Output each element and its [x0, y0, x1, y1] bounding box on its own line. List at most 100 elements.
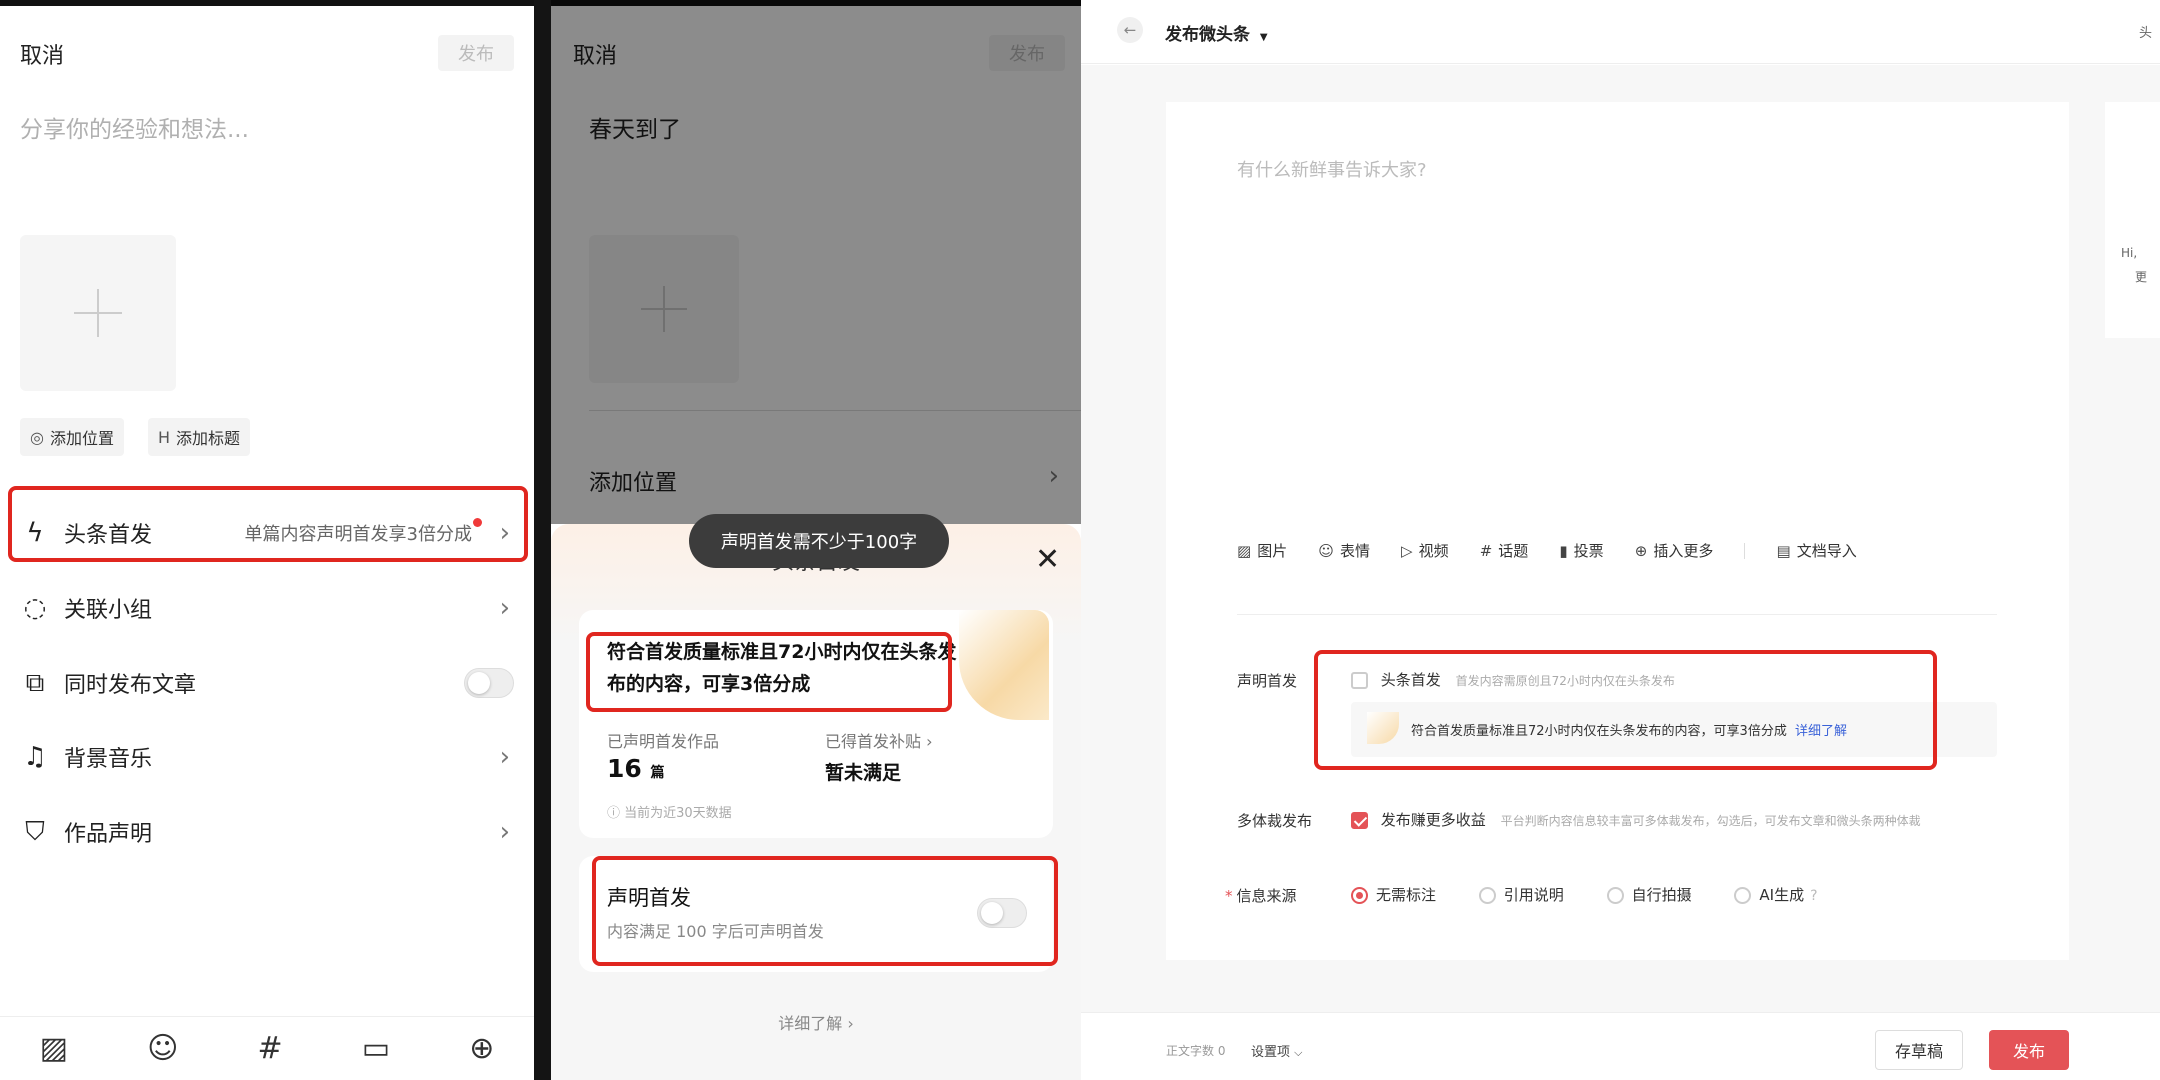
source-option-quote[interactable]: 引用说明: [1478, 886, 1564, 904]
row-work-statement[interactable]: ⛉ 作品声明 ›: [20, 802, 514, 862]
hashtag-icon[interactable]: #: [257, 1031, 282, 1066]
toolbar-label: 图片: [1257, 542, 1288, 560]
toolbar-video[interactable]: ▷ 视频: [1401, 540, 1449, 561]
music-icon: ♫: [23, 742, 47, 772]
row-desc: 单篇内容声明首发享3倍分成: [244, 524, 472, 545]
publish-button[interactable]: 发布: [438, 35, 514, 71]
data-note: ⓘ 当前为近30天数据: [607, 802, 732, 821]
multi-publish-option[interactable]: 发布赚更多收益 平台判断内容信息较丰富可多体裁发布，勾选后，可发布文章和微头条两…: [1351, 809, 1921, 830]
row-related-group[interactable]: ◌ 关联小组 ›: [20, 578, 514, 638]
first-publish-sheet: 头条首发 ✕ 符合首发质量标准且72小时内仅在头条发布的内容，可享3倍分成 已声…: [551, 524, 1081, 1080]
image-icon[interactable]: ▨: [40, 1031, 68, 1066]
side-card-text: Hi,: [2121, 246, 2138, 260]
radio-button[interactable]: [1478, 887, 1496, 904]
add-location-chip[interactable]: ◎ 添加位置: [20, 418, 124, 456]
radio-button[interactable]: [1351, 887, 1368, 904]
toolbar-label: 文档导入: [1796, 542, 1857, 560]
row-label: 同时发布文章: [64, 673, 197, 698]
radio-button[interactable]: [1606, 887, 1624, 904]
highlight-box: [592, 856, 1058, 966]
source-label-text: 信息来源: [1236, 887, 1297, 905]
row-publish-article[interactable]: ⧉ 同时发布文章: [20, 653, 514, 713]
clock-icon: ⓘ: [607, 806, 625, 821]
mobile-editor-panel: 取消 发布 分享你的经验和想法... ◎ 添加位置 H 添加标题 ϟ 头条首发 …: [0, 0, 534, 1080]
web-editor-panel: ← 发布微头条 ▼ 头 Hi, 更 有什么新鲜事告诉大家? ▨ 图片 ☺ 表情 ▷ 视…: [1081, 0, 2160, 1080]
toolbar-doc-import[interactable]: ▤ 文档导入: [1777, 540, 1857, 561]
hashtag-icon: #: [1479, 541, 1493, 560]
multi-label: 多体裁发布: [1237, 812, 1313, 830]
source-option-self[interactable]: 自行拍摄: [1606, 886, 1692, 904]
chevron-right-icon: ›: [499, 518, 510, 548]
add-image-button[interactable]: [20, 235, 176, 391]
toolbar-label: 插入更多: [1653, 542, 1714, 560]
chip-label: 添加标题: [176, 429, 241, 448]
option-label: 引用说明: [1503, 886, 1564, 904]
help-icon[interactable]: ?: [1810, 888, 1817, 904]
multi-publish-checkbox[interactable]: [1351, 812, 1368, 829]
toolbar-vote[interactable]: ▮ 投票: [1559, 540, 1603, 561]
stat-value: 16 篇: [607, 754, 665, 783]
copy-icon: ⧉: [25, 667, 45, 698]
editor-placeholder[interactable]: 有什么新鲜事告诉大家?: [1237, 156, 1427, 182]
settings-dropdown[interactable]: 设置项 ⌵: [1251, 1041, 1303, 1060]
page-title: 发布微头条: [1165, 25, 1250, 45]
editor-card: 有什么新鲜事告诉大家? ▨ 图片 ☺ 表情 ▷ 视频 # 话题 ▮ 投票 ⊕ 插入更多 ▤ 文…: [1166, 102, 2069, 960]
document-icon: ▤: [1776, 541, 1791, 560]
highlight-box: [586, 632, 952, 712]
caret-down-icon: ▼: [1259, 32, 1268, 43]
toolbar-emoji[interactable]: ☺ 表情: [1318, 540, 1370, 561]
toolbar-label: 视频: [1418, 542, 1449, 560]
side-card: Hi, 更: [2105, 102, 2160, 338]
close-icon[interactable]: ✕: [1035, 542, 1060, 577]
chevron-right-icon: ›: [499, 593, 510, 623]
page-title-dropdown[interactable]: 发布微头条 ▼: [1165, 20, 1268, 45]
chevron-down-icon: ⌵: [1294, 1046, 1303, 1059]
plus-circle-icon[interactable]: ⊕: [469, 1031, 494, 1066]
cancel-button[interactable]: 取消: [20, 38, 64, 70]
publish-article-toggle[interactable]: [464, 668, 514, 698]
top-right-text: 头: [2139, 26, 2153, 41]
source-option-ai[interactable]: AI生成?: [1734, 886, 1818, 904]
toolbar-image[interactable]: ▨ 图片: [1237, 540, 1287, 561]
heading-icon: H: [158, 427, 171, 447]
emoji-icon[interactable]: ☺: [147, 1031, 178, 1066]
stat-label-link[interactable]: 已得首发补贴 ›: [825, 728, 933, 752]
row-background-music[interactable]: ♫ 背景音乐 ›: [20, 727, 514, 787]
shield-alert-icon: ⛉: [25, 816, 45, 847]
toolbar-label: 表情: [1339, 542, 1370, 560]
plus-icon-vert: [97, 289, 99, 337]
stat-value: 暂未满足: [825, 762, 902, 784]
dim-overlay[interactable]: [551, 0, 1081, 524]
add-title-chip[interactable]: H 添加标题: [148, 418, 251, 456]
lightning-icon: ϟ: [26, 518, 44, 548]
toast: 声明首发需不少于100字: [689, 514, 949, 568]
publish-button[interactable]: 发布: [1989, 1030, 2069, 1070]
option-label: 发布赚更多收益: [1380, 811, 1486, 829]
stat-label: 已声明首发作品: [607, 732, 720, 751]
word-count: 正文字数 0: [1166, 1044, 1226, 1058]
mobile-first-publish-sheet-panel: 取消 发布 春天到了 添加位置 › 头条首发 ✕ 符合首发质量标准且72小时内仅…: [551, 0, 1081, 1080]
source-options: 无需标注 引用说明 自行拍摄 AI生成?: [1351, 884, 1818, 905]
content-placeholder[interactable]: 分享你的经验和想法...: [20, 110, 249, 144]
declare-label: 声明首发: [1237, 672, 1298, 690]
row-label: 关联小组: [64, 598, 153, 623]
toolbar-insert-more[interactable]: ⊕ 插入更多: [1635, 540, 1714, 561]
required-star: *: [1225, 887, 1233, 905]
option-label: 无需标注: [1376, 886, 1437, 904]
option-label: AI生成: [1759, 886, 1805, 904]
chat-icon: ◌: [23, 593, 47, 623]
row-first-publish[interactable]: ϟ 头条首发 单篇内容声明首发享3倍分成 ›: [20, 503, 514, 563]
source-option-none[interactable]: 无需标注: [1351, 886, 1436, 904]
back-button[interactable]: ←: [1117, 17, 1143, 43]
image-icon: ▨: [1237, 541, 1252, 560]
toolbar-topic[interactable]: # 话题: [1480, 540, 1529, 561]
chevron-right-icon: ›: [499, 742, 510, 772]
data-note-text: 当前为近30天数据: [624, 806, 732, 821]
row-label: 头条首发: [64, 523, 153, 548]
stat-label-text: 已得首发补贴: [825, 732, 922, 751]
caption-icon[interactable]: ▭: [362, 1031, 390, 1066]
detail-link[interactable]: 详细了解 ›: [551, 1010, 1081, 1034]
location-icon: ◎: [30, 427, 44, 447]
save-draft-button[interactable]: 存草稿: [1875, 1030, 1963, 1070]
radio-button[interactable]: [1734, 887, 1752, 904]
